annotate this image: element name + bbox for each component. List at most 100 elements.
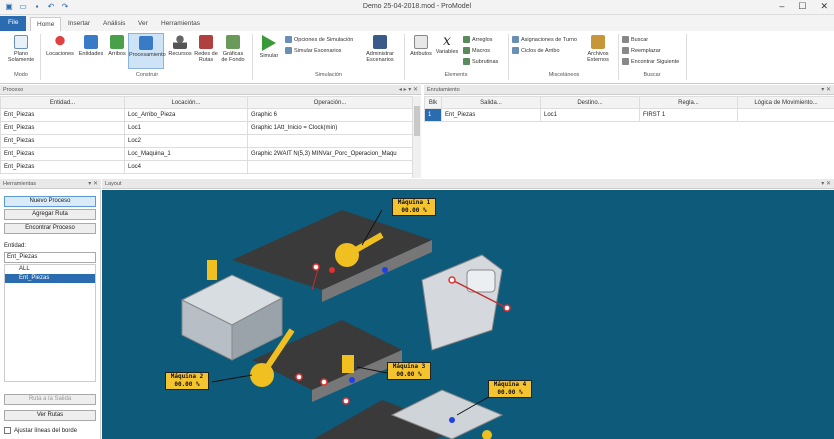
archivos-externos-button[interactable]: Archivos Externos <box>584 35 612 63</box>
table-cell[interactable]: 1 <box>424 108 442 122</box>
entidades-button[interactable]: Entidades <box>77 35 105 57</box>
red-marker <box>329 267 335 273</box>
ver-rutas-button[interactable]: Ver Rutas <box>4 410 96 421</box>
table-cell[interactable]: Loc1 <box>540 108 640 122</box>
table-row[interactable]: Ent_Piezas Loc_Maquina_1 Graphic 2WAIT N… <box>0 147 412 161</box>
column-header[interactable]: Locación... <box>124 96 248 109</box>
table-cell[interactable]: Ent_Piezas <box>0 160 125 174</box>
reemplazar-button[interactable]: Reemplazar <box>622 47 661 54</box>
table-cell[interactable] <box>247 134 412 148</box>
procesamiento-button[interactable]: Procesamiento <box>128 33 166 69</box>
variables-button[interactable]: x Variables <box>434 33 460 55</box>
herramientas-panel: Nuevo Proceso Agregar Ruta Encontrar Pro… <box>0 190 101 439</box>
table-cell[interactable]: Ent_Piezas <box>0 147 125 161</box>
checkbox[interactable] <box>4 427 11 434</box>
asignaciones-turno-button[interactable]: Asignaciones de Turno <box>512 36 577 43</box>
group-modo: Modo <box>14 72 28 78</box>
panel-controls[interactable]: ▾ ✕ <box>821 85 831 95</box>
tab-ver[interactable]: Ver <box>132 17 154 31</box>
table-cell[interactable]: Loc_Maquina_1 <box>124 147 248 161</box>
tab-herramientas[interactable]: Herramientas <box>155 17 206 31</box>
proceso-table-container: Entidad... Locación... Operación... Ent_… <box>0 96 412 178</box>
list-item[interactable]: ALL <box>5 265 95 274</box>
large-machine <box>421 254 503 351</box>
list-item[interactable]: Ent_Piezas <box>5 274 95 283</box>
column-header[interactable]: Blk <box>424 96 442 109</box>
scrollbar-thumb[interactable] <box>414 106 420 136</box>
ajustar-option[interactable]: Ajustar líneas del borde <box>4 427 77 434</box>
proceso-scrollbar[interactable] <box>412 96 421 178</box>
redes-de-rutas-button[interactable]: Redes de Rutas <box>194 35 218 63</box>
table-cell[interactable]: FIRST 1 <box>639 108 738 122</box>
encontrar-proceso-button[interactable]: Encontrar Proceso <box>4 223 96 234</box>
table-row[interactable]: Ent_Piezas Loc2 <box>0 134 412 148</box>
column-header[interactable]: Regla... <box>639 96 738 109</box>
machine-2-label[interactable]: Máquina 2 00.00 % <box>165 372 209 390</box>
replace-icon <box>622 47 629 54</box>
machine-3-label[interactable]: Máquina 3 00.00 % <box>387 362 431 380</box>
maximize-icon[interactable]: ☐ <box>798 1 806 12</box>
macro-icon <box>463 47 470 54</box>
table-cell[interactable]: Ent_Piezas <box>441 108 541 122</box>
nuevo-proceso-button[interactable]: Nuevo Proceso <box>4 196 96 207</box>
ciclos-arribo-button[interactable]: Ciclos de Arribo <box>512 47 560 54</box>
table-cell[interactable]: Ent_Piezas <box>0 121 125 135</box>
plano-solamente-button[interactable]: Plano Solamente <box>6 35 36 63</box>
column-header[interactable]: Destino... <box>540 96 640 109</box>
ruta-salida-button[interactable]: Ruta a la Salida <box>4 394 96 405</box>
column-header[interactable]: Entidad... <box>0 96 125 109</box>
table-cell[interactable]: Loc2 <box>124 134 248 148</box>
macros-button[interactable]: Macros <box>463 47 490 54</box>
table-cell[interactable]: Graphic 6 <box>247 108 412 122</box>
find-next-icon <box>622 58 629 65</box>
table-cell[interactable]: Loc1 <box>124 121 248 135</box>
atributos-button[interactable]: Atributos <box>408 35 434 57</box>
machine-1-label[interactable]: Máquina 1 00.00 % <box>392 198 436 216</box>
entidad-list[interactable]: ALL Ent_Piezas <box>4 264 96 382</box>
panel-controls[interactable]: ▾ ✕ <box>88 179 98 189</box>
close-icon[interactable]: ✕ <box>820 1 828 12</box>
buscar-button[interactable]: Buscar <box>622 36 648 43</box>
cycle-icon <box>512 47 519 54</box>
table-cell[interactable]: Graphic 1Att_Inicio = Clock(min) <box>247 121 412 135</box>
table-cell[interactable]: Loc_Arribo_Pieza <box>124 108 248 122</box>
panel-controls[interactable]: ▾ ✕ <box>821 179 831 189</box>
table-row[interactable]: Ent_Piezas Loc1 Graphic 1Att_Inicio = Cl… <box>0 121 412 135</box>
simular-button[interactable]: Simular <box>256 35 282 59</box>
entidad-field[interactable]: Ent_Piezas <box>4 252 96 263</box>
arreglos-button[interactable]: Arreglos <box>463 36 492 43</box>
administrar-escenarios-button[interactable]: Administrar Escenarios <box>362 35 398 63</box>
layout-canvas[interactable]: Máquina 1 00.00 % Máquina 2 00.00 % Máqu… <box>102 190 834 439</box>
table-row[interactable]: 1 Ent_Piezas Loc1 FIRST 1 <box>424 108 834 122</box>
proceso-panel-header: Proceso ◂ ▸ ▾ ✕ <box>0 85 421 95</box>
recursos-button[interactable]: Recursos <box>167 35 193 57</box>
table-cell[interactable] <box>247 160 412 174</box>
table-cell[interactable]: Ent_Piezas <box>0 108 125 122</box>
window-controls: – ☐ ✕ <box>779 1 828 12</box>
column-header[interactable]: Salida... <box>441 96 541 109</box>
simular-escenarios-button[interactable]: Simular Escenarios <box>285 47 341 54</box>
table-cell[interactable] <box>737 108 834 122</box>
tab-analisis[interactable]: Análisis <box>97 17 131 31</box>
opciones-simulacion-button[interactable]: Opciones de Simulación <box>285 36 353 43</box>
graficas-fondo-button[interactable]: Gráficas de Fondo <box>219 35 247 63</box>
subrutinas-button[interactable]: Subrutinas <box>463 58 498 65</box>
table-cell[interactable]: Graphic 2WAIT N(5,3) MINVar_Porc_Operaci… <box>247 147 412 161</box>
machine-4-label[interactable]: Máquina 4 00.00 % <box>488 380 532 398</box>
column-header[interactable]: Lógica de Movimiento... <box>737 96 834 109</box>
tab-home[interactable]: Home <box>30 17 62 31</box>
tab-file[interactable]: File <box>0 16 27 31</box>
locaciones-button[interactable]: Locaciones <box>44 35 76 57</box>
table-cell[interactable]: Ent_Piezas <box>0 134 125 148</box>
tab-insertar[interactable]: Insertar <box>62 17 96 31</box>
table-row[interactable]: Ent_Piezas Loc4 <box>0 160 412 174</box>
minimize-icon[interactable]: – <box>779 1 784 12</box>
arribos-button[interactable]: Arribos <box>105 35 129 57</box>
table-cell[interactable]: Loc4 <box>124 160 248 174</box>
encontrar-siguiente-button[interactable]: Encontrar Siguiente <box>622 58 679 65</box>
panel-controls[interactable]: ◂ ▸ ▾ ✕ <box>399 85 418 95</box>
agregar-ruta-button[interactable]: Agregar Ruta <box>4 209 96 220</box>
column-header[interactable]: Operación... <box>247 96 412 109</box>
proceso-table: Entidad... Locación... Operación... Ent_… <box>0 96 412 174</box>
table-row[interactable]: Ent_Piezas Loc_Arribo_Pieza Graphic 6 <box>0 108 412 122</box>
